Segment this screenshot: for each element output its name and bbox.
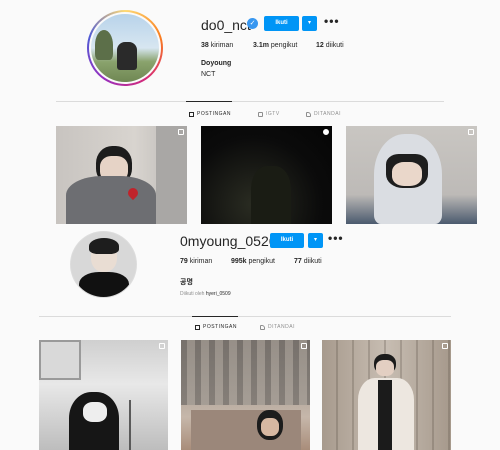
multiple-photos-icon: [442, 343, 448, 349]
full-name: Doyoung: [201, 60, 232, 67]
tab-tagged[interactable]: DITANDAI: [260, 324, 295, 330]
avatar[interactable]: [87, 10, 163, 86]
following-count[interactable]: 77 diikuti: [294, 258, 322, 265]
active-tab-indicator: [192, 316, 238, 317]
multiple-photos-icon: [301, 343, 307, 349]
post-thumbnail[interactable]: [322, 340, 451, 450]
grid-icon: [195, 324, 200, 330]
tag-icon: [306, 111, 311, 117]
active-tab-indicator: [186, 101, 232, 102]
tab-igtv[interactable]: IGTV: [258, 111, 280, 117]
divider: [56, 101, 444, 102]
posts-count: 79 kiriman: [180, 258, 213, 265]
video-icon: [323, 129, 329, 135]
igtv-icon: [258, 111, 263, 117]
post-thumbnail[interactable]: [39, 340, 168, 450]
more-options-icon[interactable]: •••: [324, 14, 340, 28]
suggestions-dropdown-button[interactable]: ▾: [302, 16, 317, 31]
post-thumbnail[interactable]: [56, 126, 187, 224]
multiple-photos-icon: [468, 129, 474, 135]
tab-posts[interactable]: POSTINGAN: [195, 324, 237, 330]
bio: NCT: [201, 71, 216, 78]
multiple-photos-icon: [178, 129, 184, 135]
post-thumbnail[interactable]: [346, 126, 477, 224]
followers-count[interactable]: 995k pengikut: [231, 258, 275, 265]
tag-icon: [260, 324, 265, 330]
following-count[interactable]: 12 diikuti: [316, 42, 344, 49]
avatar-photo: [91, 14, 159, 82]
grid-icon: [189, 111, 194, 117]
more-options-icon[interactable]: •••: [328, 231, 344, 245]
tab-posts[interactable]: POSTINGAN: [189, 111, 231, 117]
verified-badge-icon: ✓: [247, 18, 258, 29]
avatar[interactable]: [70, 231, 137, 298]
followers-count[interactable]: 3.1m pengikut: [253, 42, 297, 49]
followed-by[interactable]: Diikuti oleh hyeri_0509: [180, 291, 231, 297]
profile-0myoung: 0myoung_0526 Ikuti ▾ ••• 79 kiriman 995k…: [0, 228, 500, 450]
tab-tagged[interactable]: DITANDAI: [306, 111, 341, 117]
username: do0_nct: [201, 17, 251, 33]
multiple-photos-icon: [159, 343, 165, 349]
post-thumbnail[interactable]: [181, 340, 310, 450]
profile-doyoung: do0_nct ✓ Ikuti ▾ ••• 38 kiriman 3.1m pe…: [0, 0, 500, 230]
post-thumbnail[interactable]: [201, 126, 332, 224]
posts-count: 38 kiriman: [201, 42, 234, 49]
avatar-photo: [71, 232, 136, 297]
divider: [39, 316, 451, 317]
follow-button[interactable]: Ikuti: [270, 233, 304, 248]
suggestions-dropdown-button[interactable]: ▾: [308, 233, 323, 248]
full-name: 공명: [180, 279, 193, 286]
username: 0myoung_0526: [180, 233, 277, 249]
follow-button[interactable]: Ikuti: [264, 16, 299, 31]
